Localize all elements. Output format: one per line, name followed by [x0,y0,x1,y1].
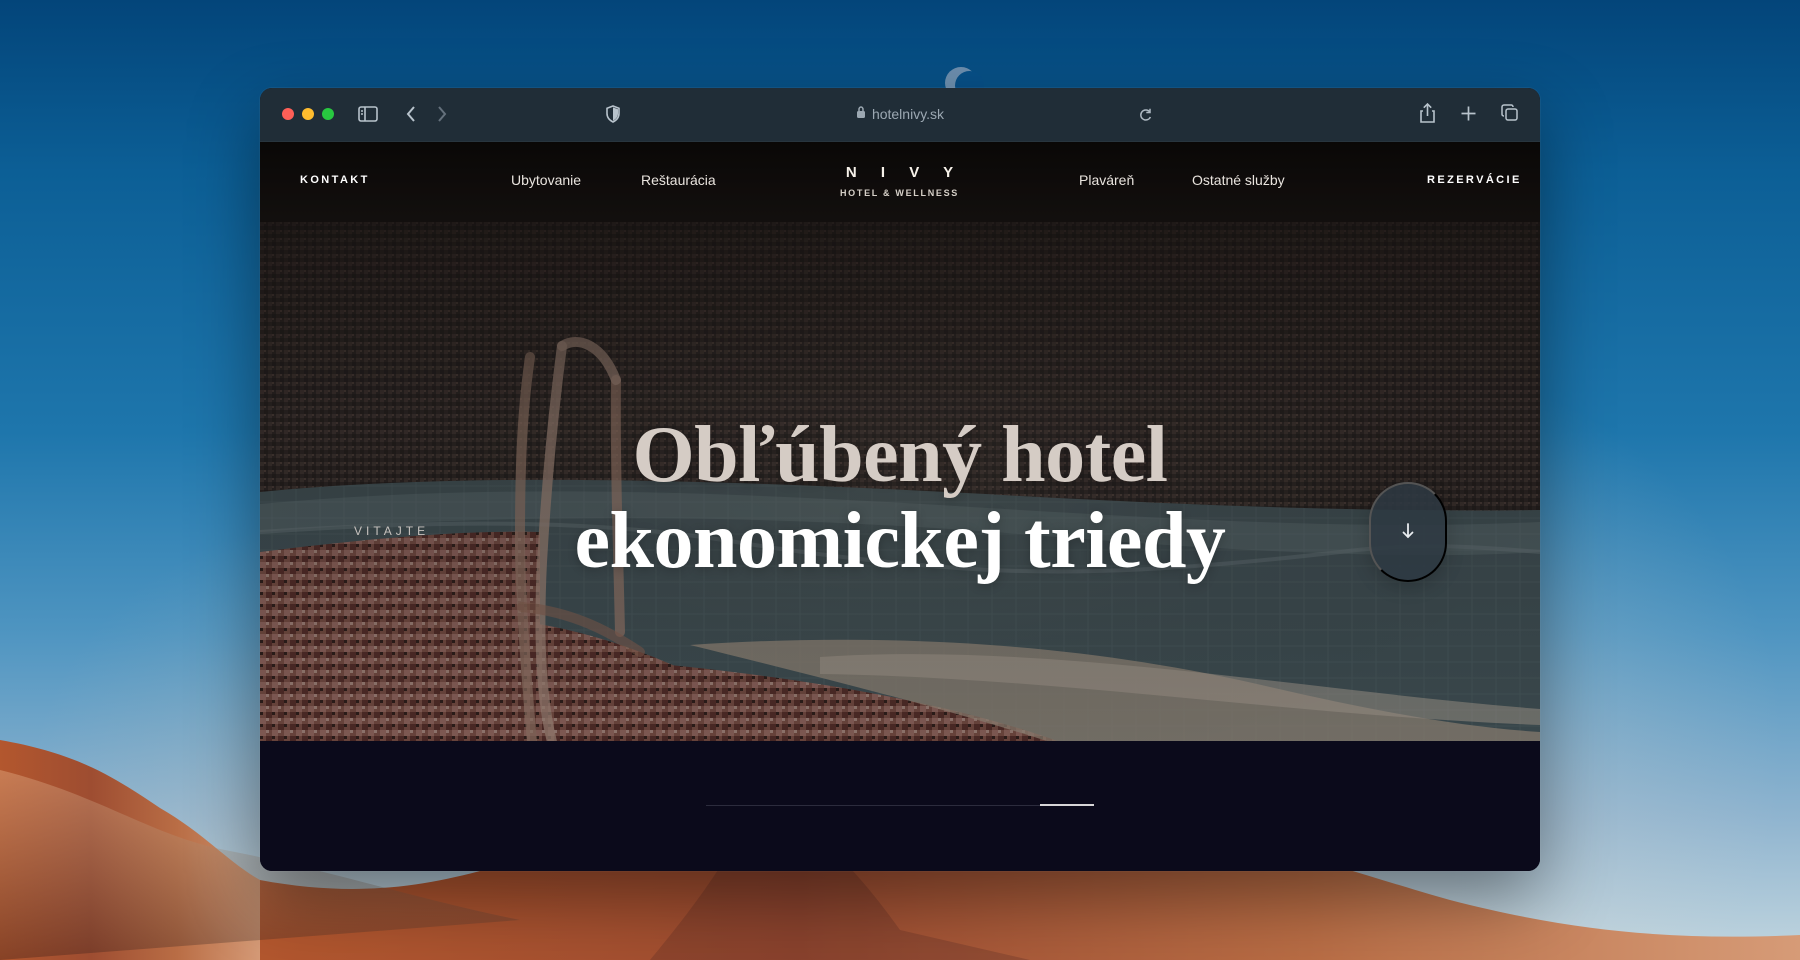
nav-reservations-link[interactable]: REZERVÁCIE [1427,174,1522,186]
address-bar[interactable]: hotelnivy.sk [850,101,950,127]
browser-toolbar: hotelnivy.sk [260,88,1540,142]
carousel-progress-track [706,805,1094,806]
chevron-left-icon[interactable] [402,103,420,125]
tabs-icon[interactable] [1500,102,1520,124]
welcome-label: VITAJTE [354,524,430,538]
sidebar-icon[interactable] [356,103,380,125]
brand-name: N I V Y [845,164,964,181]
chevron-right-icon [433,103,451,125]
nav-restaurant-link[interactable]: Reštaurácia [641,172,716,188]
brand-subtitle: HOTEL & WELLNESS [839,188,960,198]
nav-accommodation-link[interactable]: Ubytovanie [511,172,581,188]
address-url: hotelnivy.sk [871,106,945,122]
content-transition-band [260,741,1540,871]
plus-icon[interactable] [1458,102,1478,124]
maximize-window-button[interactable] [322,108,334,120]
close-window-button[interactable] [282,108,294,120]
lock-icon [856,106,866,122]
arrow-down-icon [1400,522,1416,543]
shield-icon[interactable] [604,102,622,126]
nav-pool-link[interactable]: Plaváreň [1079,172,1134,188]
hotel-logo-link[interactable]: N I V Y HOTEL & WELLNESS [824,164,975,210]
nav-other-services-link[interactable]: Ostatné služby [1192,172,1285,188]
scroll-down-button[interactable] [1369,482,1447,582]
share-icon[interactable] [1417,101,1437,126]
hero-headline: Obľúbený hotel ekonomickej triedy [498,412,1302,584]
minimize-window-button[interactable] [302,108,314,120]
hero-headline-line-1: Obľúbený hotel [632,411,1168,500]
nav-contact-link[interactable]: KONTAKT [300,174,370,186]
carousel-progress-indicator [1040,804,1094,806]
hero-section: KONTAKT Ubytovanie Reštaurácia N I V Y H… [260,142,1540,742]
hero-headline-line-2: ekonomickej triedy [574,497,1226,586]
reload-icon[interactable] [1136,104,1154,124]
main-navigation: KONTAKT Ubytovanie Reštaurácia N I V Y H… [260,142,1540,232]
browser-window: hotelnivy.sk KONTAKT Ubytovanie Reštaurá… [260,88,1540,871]
